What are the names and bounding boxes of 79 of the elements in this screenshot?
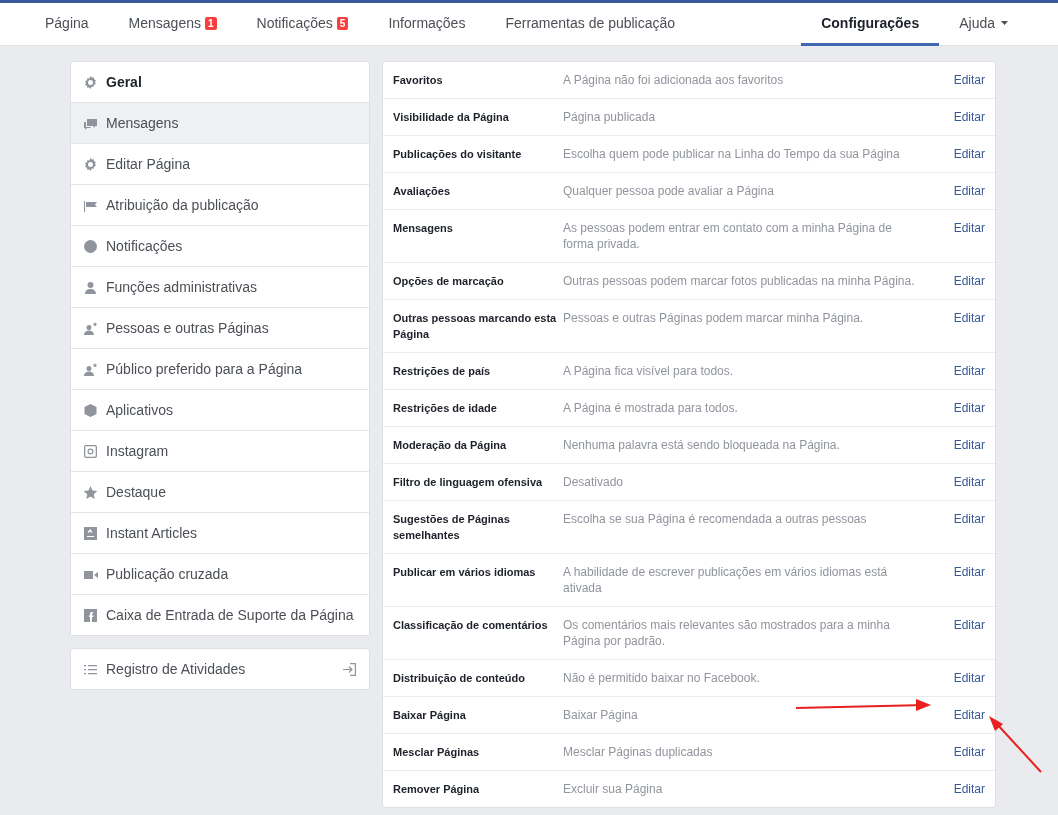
setting-label: Filtro de linguagem ofensiva (393, 475, 544, 490)
setting-label: Avaliações (393, 184, 452, 199)
nav-tab[interactable]: Notificações 5 (236, 3, 369, 46)
edit-link[interactable]: Editar (953, 273, 985, 289)
setting-label: Restrições de idade (393, 401, 498, 416)
menu-item-icon (83, 402, 98, 418)
setting-value: Qualquer pessoa pode avaliar a Página (563, 183, 775, 199)
edit-link[interactable]: Editar (953, 72, 985, 88)
menu-item-icon (83, 320, 98, 336)
setting-value: Pessoas e outras Páginas podem marcar minha Página. (563, 310, 865, 327)
edit-link[interactable]: Editar (953, 744, 985, 760)
setting-value: Baixar Página (563, 707, 639, 723)
setting-value: Desativado (563, 474, 625, 490)
edit-link[interactable]: Editar (953, 474, 985, 490)
edit-link[interactable]: Editar (953, 511, 985, 543)
menu-item-icon (83, 74, 98, 90)
edit-link[interactable]: Editar (953, 670, 985, 686)
nav-tab[interactable]: Informações (368, 3, 486, 46)
menu-item-icon (83, 607, 98, 623)
activity-log-link[interactable]: Registro de Atividades (71, 649, 369, 689)
setting-value: A Página não foi adicionada aos favoritos (563, 72, 785, 88)
count-badge: 1 (205, 16, 217, 30)
setting-label: Mensagens (393, 221, 454, 236)
nav-tab[interactable]: Mensagens 1 (108, 3, 237, 46)
enter-icon (342, 661, 357, 677)
setting-value: A Página é mostrada para todos. (563, 400, 739, 416)
setting-value: Os comentários mais relevantes são mostrados para a minha Página por padrão. (563, 617, 891, 649)
setting-label: Restrições de país (393, 364, 492, 379)
edit-link[interactable]: Editar (953, 109, 985, 125)
setting-label: Visibilidade da Página (393, 110, 510, 125)
setting-label: Classificação de comentários (393, 618, 549, 633)
count-badge: 5 (336, 16, 349, 30)
menu-item-icon (83, 279, 98, 295)
setting-value: Mesclar Páginas duplicadas (563, 744, 714, 760)
sidebar-item[interactable]: Caixa de Entrada de Suporte da Página (71, 594, 369, 635)
setting-value: As pessoas podem entrar em contato com a minha Página de forma privada. (563, 220, 893, 252)
setting-value: Outras pessoas podem marcar fotos publicadas na minha Página. (563, 273, 916, 289)
menu-item-icon (83, 525, 98, 541)
nav-tab[interactable]: Página (25, 3, 109, 46)
edit-link[interactable]: Editar (953, 564, 985, 596)
edit-link[interactable]: Editar (953, 146, 985, 162)
setting-value: Não é permitido baixar no Facebook. (563, 670, 761, 686)
edit-link[interactable]: Editar (953, 707, 985, 723)
nav-tab[interactable]: Ajuda (939, 3, 1028, 46)
edit-link[interactable]: Editar (953, 617, 985, 649)
setting-value: Página publicada (563, 109, 657, 125)
sidebar-item[interactable]: Mensagens (71, 102, 369, 143)
setting-value: Escolha se sua Página é recomendada a outras pessoas (563, 511, 868, 528)
menu-item-icon (83, 484, 98, 500)
arrow (989, 716, 1042, 773)
edit-link[interactable]: Editar (953, 220, 985, 252)
setting-value: Excluir sua Página (563, 781, 664, 797)
nav-tab[interactable]: Configurações (801, 3, 940, 46)
setting-label: Baixar Página (393, 708, 467, 723)
menu-item-icon (83, 361, 98, 377)
setting-label: Outras pessoas marcando esta Página (393, 311, 558, 342)
setting-label: Opções de marcação (393, 274, 505, 289)
setting-value: Escolha quem pode publicar na Linha do Tempo da sua Página (563, 146, 901, 162)
setting-label: Mesclar Páginas (393, 745, 481, 760)
setting-label: Distribuição de conteúdo (393, 671, 526, 686)
menu-item-icon (83, 443, 98, 459)
edit-link[interactable]: Editar (953, 437, 985, 453)
menu-item-icon (83, 156, 98, 172)
edit-link[interactable]: Editar (953, 183, 985, 199)
setting-value: Nenhuma palavra está sendo bloqueada na Página. (563, 437, 841, 453)
setting-label: Favoritos (393, 73, 444, 88)
setting-label: Moderação da Página (393, 438, 508, 453)
edit-link[interactable]: Editar (953, 310, 985, 342)
edit-link[interactable]: Editar (953, 400, 985, 416)
setting-label: Publicações do visitante (393, 147, 523, 162)
setting-label: Remover Página (393, 782, 481, 797)
setting-label: Sugestões de Páginas semelhantes (393, 512, 511, 543)
setting-label: Publicar em vários idiomas (393, 565, 537, 580)
edit-link[interactable]: Editar (953, 363, 985, 379)
edit-link[interactable]: Editar (953, 781, 985, 797)
nav-tab[interactable]: Ferramentas de publicação (485, 3, 696, 46)
menu-item-icon (83, 238, 98, 254)
setting-value: A Página fica visível para todos. (563, 363, 735, 379)
setting-value: A habilidade de escrever publicações em vários idiomas está ativada (563, 564, 889, 596)
